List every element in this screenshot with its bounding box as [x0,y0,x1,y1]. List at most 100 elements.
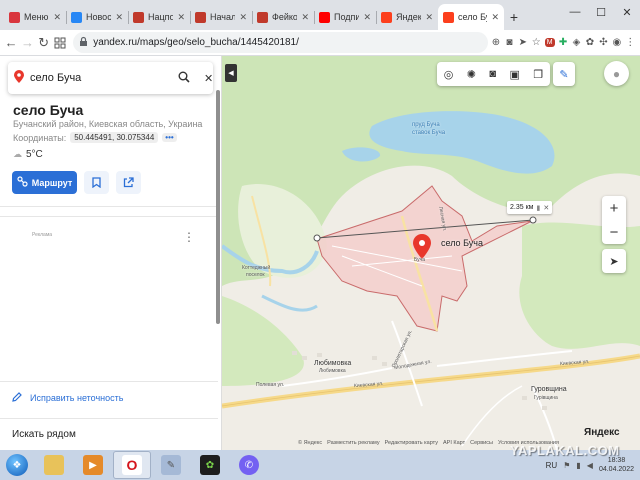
forward-icon[interactable]: → [20,33,34,53]
vk-icon [71,11,82,23]
bookmark-button[interactable] [84,171,109,194]
share-place-button[interactable] [116,171,141,194]
taskbar-app-viber[interactable]: ✆ [230,451,268,479]
taskbar-app-explorer[interactable] [35,451,73,479]
user-avatar[interactable]: ● [604,61,629,86]
reload-icon[interactable]: ↻ [37,33,51,53]
lake-label: пруд Буча [412,122,440,128]
route-icon [17,176,28,189]
map-canvas[interactable]: пруд Буча ставок Буча Буча Коттеджный по… [222,56,640,450]
attribution-link[interactable]: Сервисы [470,440,493,446]
attribution-link[interactable]: Редактировать карту [385,440,438,446]
extension-gear-icon[interactable]: ✿ [584,35,595,51]
taskbar-app-paint[interactable]: ✎ [152,451,190,479]
layers-icon[interactable]: ◎ [444,68,454,81]
place-panel: ✕ село Буча Бучанский район, Киевская об… [0,56,222,450]
cloud-icon: ☁ [13,149,22,159]
gurovshchina-label-ua: Гурівщина [534,395,558,401]
tab-close-icon[interactable]: ✕ [53,12,61,23]
flag-icon[interactable]: ⚑ [563,461,570,470]
minimize-button[interactable]: — [562,6,588,18]
village-label: Буча [414,257,426,263]
yandex-logo: Яндекс [584,427,620,438]
taskbar-app-icq[interactable]: ✿ [191,451,229,479]
taskbar-app-media[interactable]: ▶ [74,451,112,479]
browser-tab[interactable]: Начался✕ [190,4,252,30]
panel-scrollbar[interactable] [216,90,220,324]
transport-icon[interactable]: ▣ [510,68,520,81]
maximize-button[interactable]: ☐ [588,6,614,19]
extension-cube-icon[interactable]: ◈ [571,35,582,51]
profile-icon[interactable]: ◉ [611,35,622,51]
close-window-button[interactable]: ✕ [614,6,640,19]
tab-close-icon[interactable]: ✕ [115,12,123,23]
coords-label: Координаты: [13,132,67,143]
panorama-icon[interactable]: ✺ [467,68,476,81]
browser-tab[interactable]: Подпись✕ [314,4,376,30]
route-button[interactable]: Маршрут [12,171,77,194]
traffic-icon[interactable]: ❐ [533,68,543,81]
coordinates: Координаты: 50.445491, 30.075344 ••• [13,132,177,143]
search-input[interactable] [30,72,172,84]
search-nearby-button[interactable]: Искать рядом [12,429,76,440]
tab-close-icon[interactable]: ✕ [301,12,309,23]
trash-icon[interactable]: ▮ [536,204,540,212]
clear-search-icon[interactable]: ✕ [204,72,213,85]
browser-tab[interactable]: Меню ✕ [4,4,66,30]
volume-icon[interactable]: ◀ [587,461,593,470]
search-icon[interactable] [178,71,190,86]
network-icon[interactable]: ▮ [576,461,580,470]
ad-more-icon[interactable]: ⋮ [183,230,195,244]
back-icon[interactable]: ← [4,33,18,53]
place-title: село Буча [13,102,84,118]
lock-icon [79,36,88,50]
marker-label[interactable]: село Буча [441,238,483,248]
clock[interactable]: 18:38 04.04.2022 [599,456,634,474]
zoom-in-button[interactable]: + [602,196,626,220]
attribution-link[interactable]: © Яндекс [298,440,322,446]
collapse-panel-button[interactable]: ◀ [225,64,237,82]
menu-icon[interactable]: ⋮ [625,35,636,51]
river [261,294,318,312]
fix-label: Исправить неточность [30,393,124,403]
tab-close-icon[interactable]: ✕ [363,12,371,23]
new-tab-button[interactable]: + [504,4,524,30]
coords-more-button[interactable]: ••• [162,133,177,142]
browser-tab[interactable]: Фейкову✕ [252,4,314,30]
home-icon[interactable] [53,33,67,53]
tab-close-icon[interactable]: ✕ [491,12,499,23]
zoom-out-button[interactable]: − [602,220,626,244]
tab-label: Яндекс [396,12,422,22]
start-button[interactable]: ❖ [0,451,34,479]
browser-tab[interactable]: село Бу ✕ [438,4,504,30]
share-icon[interactable]: ➤ [517,35,528,51]
extension-green-icon[interactable]: ✚ [557,35,568,51]
taskbar-app-opera[interactable]: O [113,451,151,479]
photo-icon[interactable]: ◙ [489,68,496,80]
tab-close-icon[interactable]: ✕ [239,12,247,23]
camera-icon[interactable]: ◙ [504,35,515,51]
tab-close-icon[interactable]: ✕ [177,12,185,23]
fix-inaccuracy-link[interactable]: Исправить неточность [12,392,123,404]
geolocation-button[interactable]: ➤ [602,249,626,273]
extension-red-icon[interactable]: M [544,35,555,51]
puzzle-icon[interactable]: ✣ [598,35,609,51]
cottage-label-2: поселок [246,272,265,278]
zoom-icon[interactable]: ⊕ [490,35,501,51]
attribution-link[interactable]: API Карт [443,440,465,446]
tab-strip: Меню✕Новости✕Нацполя✕Начался✕Фейкову✕Под… [0,0,640,30]
watermark: YAPLAKAL.COM [510,443,620,458]
attribution-link[interactable]: Разместить рекламу [327,440,380,446]
browser-tab[interactable]: Яндекс✕ [376,4,438,30]
ruler-button[interactable]: ✎ [553,62,575,86]
address-bar[interactable]: yandex.ru/maps/geo/selo_bucha/1445420181… [73,32,489,53]
close-distance-icon[interactable]: ✕ [543,204,549,212]
tab-close-icon[interactable]: ✕ [425,12,433,23]
weather: ☁ 5°C [13,149,43,160]
language-indicator[interactable]: RU [546,461,558,470]
browser-tab[interactable]: Новости✕ [66,4,128,30]
browser-tab[interactable]: Нацполя✕ [128,4,190,30]
star-icon[interactable]: ☆ [531,35,542,51]
map-layers-bar: ◎ ✺ ◙ ▣ ❐ [437,62,550,86]
coords-value[interactable]: 50.445491, 30.075344 [70,132,159,143]
